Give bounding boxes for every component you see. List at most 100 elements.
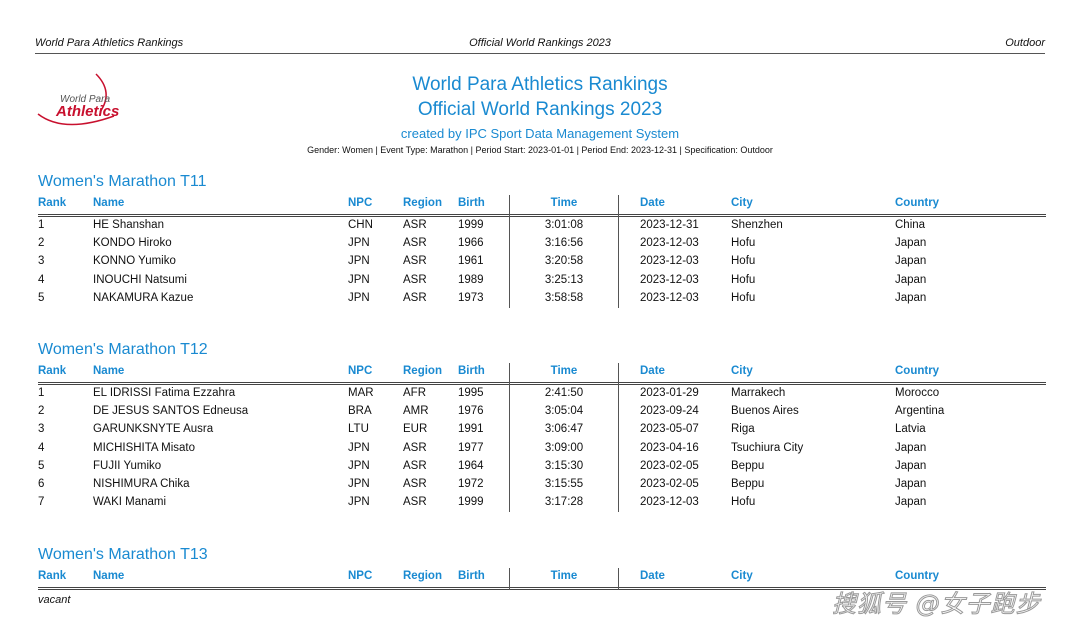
- table-cell: 2023-12-31: [640, 219, 699, 231]
- table-cell: Japan: [895, 459, 927, 472]
- table-row: 2 KONDO Hiroko JPN ASR 1966 3:16:56 2023-12-03…: [38, 235, 1046, 253]
- filter-meta: Gender: Women | Event Type: Marathon | P…: [307, 145, 773, 155]
- column-header: Region: [403, 365, 442, 377]
- table-cell: JPN: [348, 477, 370, 490]
- table-cell: 1: [38, 219, 45, 231]
- table-cell: 2023-04-16: [640, 441, 699, 454]
- column-divider: [509, 363, 510, 513]
- table-cell: China: [895, 219, 926, 231]
- table-cell: 1999: [458, 496, 484, 509]
- table-cell: JPN: [348, 441, 370, 454]
- table-cell: 7: [38, 496, 45, 509]
- column-header: Country: [895, 365, 940, 377]
- table-cell: 1976: [458, 405, 484, 418]
- column-header: NPC: [348, 570, 373, 582]
- table-cell: Japan: [895, 477, 927, 490]
- ranking-section: Women's Marathon T11 Rank Name NPC Region Bir…: [38, 173, 1046, 308]
- table-cell: Shenzhen: [731, 219, 783, 231]
- table-cell: 3:09:00: [544, 441, 584, 454]
- column-divider: [618, 363, 619, 513]
- table-cell: GARUNKSNYTE Ausra: [93, 423, 214, 436]
- column-divider: [618, 568, 619, 590]
- table-cell: 3:15:30: [544, 459, 584, 472]
- table-cell: 3:15:55: [544, 477, 584, 490]
- table-cell: CHN: [348, 219, 373, 231]
- watermark: 搜狐号 @女子跑步: [832, 590, 1041, 619]
- table-cell: AMR: [403, 405, 429, 418]
- column-header: Birth: [458, 365, 485, 377]
- created-by: created by IPC Sport Data Management Sys…: [400, 126, 680, 141]
- table-cell: 1961: [458, 255, 484, 268]
- table-cell: ASR: [403, 273, 427, 286]
- column-header: Birth: [458, 570, 485, 582]
- section-title: Women's Marathon T12: [38, 341, 208, 358]
- table-cell: HE Shanshan: [93, 219, 164, 231]
- table-cell: 4: [38, 441, 45, 454]
- table-cell: INOUCHI Natsumi: [93, 273, 187, 286]
- table-cell: ASR: [403, 496, 427, 509]
- table-cell: AFR: [403, 387, 426, 399]
- table-cell: ASR: [403, 237, 427, 250]
- table-cell: 1991: [458, 423, 484, 436]
- table-cell: LTU: [348, 423, 369, 436]
- table-cell: 4: [38, 273, 45, 286]
- table-cell: 2023-12-03: [640, 237, 699, 250]
- table-cell: Beppu: [731, 477, 765, 490]
- table-row: 3 KONNO Yumiko JPN ASR 1961 3:20:58 2023-12-03…: [38, 253, 1046, 271]
- table-cell: ASR: [403, 291, 427, 304]
- table-cell: 1: [38, 387, 45, 399]
- table-cell: Buenos Aires: [731, 405, 799, 418]
- table-cell: JPN: [348, 291, 370, 304]
- section-title: Women's Marathon T13: [38, 546, 208, 563]
- table-cell: 2023-09-24: [640, 405, 699, 418]
- table-cell: Japan: [895, 273, 927, 286]
- table-cell: Japan: [895, 291, 927, 304]
- table-header: Rank Name NPC Region Birth Time Date City Countr…: [38, 363, 1046, 385]
- table-row: 3 GARUNKSNYTE Ausra LTU EUR 1991 3:06:47 2023-…: [38, 421, 1046, 439]
- table-cell: JPN: [348, 496, 370, 509]
- table-cell: Riga: [731, 423, 755, 436]
- title-line-2: Official World Rankings 2023: [417, 99, 663, 120]
- column-header: Time: [550, 197, 578, 209]
- table-cell: 3:05:04: [544, 405, 584, 418]
- table-cell: Latvia: [895, 423, 926, 436]
- column-divider: [509, 195, 510, 308]
- table-cell: 3: [38, 423, 45, 436]
- table-cell: FUJII Yumiko: [93, 459, 162, 472]
- table-cell: 1977: [458, 441, 484, 454]
- table-cell: JPN: [348, 237, 370, 250]
- table-cell: 1995: [458, 387, 484, 399]
- table-cell: MAR: [348, 387, 374, 399]
- column-header: Region: [403, 570, 442, 582]
- table-row: 2 DE JESUS SANTOS Edneusa BRA AMR 1976 3:05:0…: [38, 403, 1046, 421]
- column-header: Region: [403, 197, 442, 209]
- table-cell: 2023-12-03: [640, 291, 699, 304]
- table-cell: 1973: [458, 291, 484, 304]
- table-cell: ASR: [403, 255, 427, 268]
- table-row: 5 FUJII Yumiko JPN ASR 1964 3:15:30 2023-02-05…: [38, 458, 1046, 476]
- table-cell: Beppu: [731, 459, 765, 472]
- table-cell: 2023-12-03: [640, 273, 699, 286]
- column-header: Time: [550, 570, 578, 582]
- table-cell: Tsuchiura City: [731, 441, 804, 454]
- table-cell: Japan: [895, 441, 927, 454]
- table-cell: 1989: [458, 273, 484, 286]
- table-cell: 2023-12-03: [640, 496, 699, 509]
- document-title: World Para Athletics Rankings Official W…: [0, 72, 1080, 155]
- table-cell: 2: [38, 405, 45, 418]
- column-header: Date: [640, 197, 665, 209]
- table-cell: 2023-01-29: [640, 387, 699, 399]
- table-cell: Japan: [895, 496, 927, 509]
- table-cell: Hofu: [731, 496, 756, 509]
- column-header: Rank: [38, 365, 67, 377]
- column-header: Time: [550, 365, 578, 377]
- table-cell: 2023-05-07: [640, 423, 699, 436]
- column-header: Rank: [38, 570, 67, 582]
- column-header: NPC: [348, 197, 373, 209]
- column-header: Country: [895, 197, 940, 209]
- table-cell: 3:06:47: [544, 423, 584, 436]
- table-cell: 3: [38, 255, 45, 268]
- table-cell: WAKI Manami: [93, 496, 167, 509]
- table-row: 7 WAKI Manami JPN ASR 1999 3:17:28 2023-12-03 H…: [38, 494, 1046, 512]
- table-cell: Marrakech: [731, 387, 786, 399]
